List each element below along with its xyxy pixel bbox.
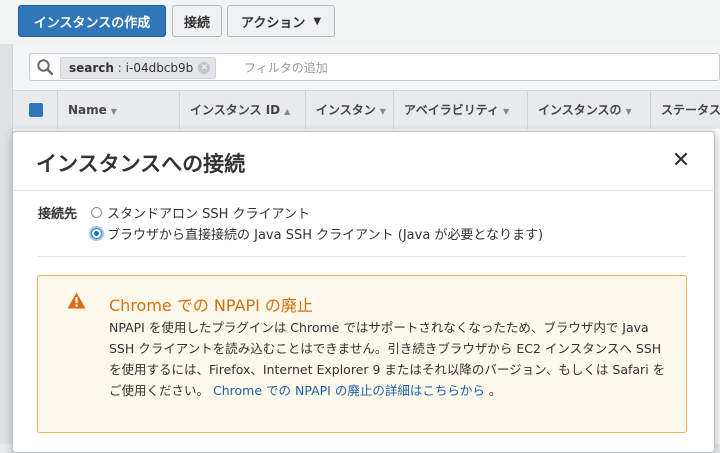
- sort-asc-icon: ▲: [284, 107, 291, 116]
- warning-icon: [67, 292, 86, 309]
- section-divider: [37, 256, 687, 257]
- sort-icon: ▼: [503, 107, 510, 116]
- radio-browser[interactable]: [91, 227, 102, 239]
- token-key: search: [69, 61, 114, 75]
- column-label: ステータスチ: [661, 103, 720, 117]
- option-standalone-ssh[interactable]: スタンドアロン SSH クライアント: [91, 202, 310, 222]
- search-icon: [37, 59, 54, 76]
- filter-search-box[interactable]: search : i-04dbcb9b ✕ フィルタの追加: [29, 53, 720, 81]
- column-status-check[interactable]: ステータスチ: [650, 91, 720, 129]
- remove-token-icon[interactable]: ✕: [198, 62, 211, 74]
- modal-title: インスタンスへの接続: [36, 152, 246, 176]
- token-value: i-04dbcb9b: [125, 61, 194, 75]
- connect-instance-modal: インスタンスへの接続 ✕ 接続先 スタンドアロン SSH クライアント ブラウザ…: [12, 131, 715, 453]
- column-label: Name: [68, 103, 107, 117]
- launch-instance-button[interactable]: インスタンスの作成: [18, 5, 166, 37]
- option-browser-ssh[interactable]: ブラウザから直接接続の Java SSH クライアント (Java が必要となり…: [91, 223, 543, 243]
- option-browser-label: ブラウザから直接接続の Java SSH クライアント (Java が必要となり…: [107, 227, 544, 243]
- column-label: インスタン: [316, 103, 376, 117]
- chevron-down-icon: ▼: [313, 15, 322, 27]
- alert-body: NPAPI を使用したプラグインは Chrome ではサポートされなくなったため…: [109, 317, 669, 401]
- connect-button[interactable]: 接続: [172, 5, 222, 37]
- select-all-checkbox[interactable]: [29, 103, 43, 117]
- token-separator: :: [117, 61, 122, 75]
- sort-icon: ▼: [110, 107, 117, 116]
- connect-with-label: 接続先: [38, 207, 78, 222]
- npapi-warning-alert: Chrome での NPAPI の廃止 NPAPI を使用したプラグインは Ch…: [37, 275, 687, 433]
- column-label: アベイラビリティ: [404, 103, 500, 117]
- column-instance-id[interactable]: インスタンス ID ▲: [179, 91, 305, 129]
- search-filter-token[interactable]: search : i-04dbcb9b ✕: [60, 57, 217, 79]
- column-label: インスタンス ID: [190, 103, 281, 117]
- column-name[interactable]: Name ▼: [57, 91, 179, 129]
- column-availability-zone[interactable]: アベイラビリティ ▼: [393, 91, 527, 129]
- instances-table-header: Name ▼ インスタンス ID ▲ インスタン ▼ アベイラビリティ ▼ インスタンス…: [13, 90, 720, 130]
- column-instance-type[interactable]: インスタン ▼: [305, 91, 393, 129]
- actions-dropdown[interactable]: アクション ▼: [227, 5, 335, 37]
- option-standalone-label: スタンドアロン SSH クライアント: [107, 206, 311, 222]
- sort-icon: ▼: [379, 107, 386, 116]
- toolbar: インスタンスの作成 接続 アクション ▼: [0, 0, 720, 45]
- column-label: インスタンスの: [538, 103, 622, 117]
- alert-title: Chrome での NPAPI の廃止: [109, 296, 313, 315]
- search-area: search : i-04dbcb9b ✕ フィルタの追加: [13, 44, 720, 90]
- column-instance-state[interactable]: インスタンスの ▼: [527, 91, 650, 129]
- radio-standalone[interactable]: [91, 206, 102, 218]
- modal-header: インスタンスへの接続 ✕: [13, 132, 713, 191]
- alert-body-tail: 。: [488, 383, 502, 398]
- actions-label: アクション: [240, 15, 306, 31]
- npapi-details-link[interactable]: Chrome での NPAPI の廃止の詳細はこちらから: [213, 383, 485, 398]
- sort-icon: ▼: [625, 107, 632, 116]
- close-icon[interactable]: ✕: [671, 150, 691, 172]
- add-filter-placeholder[interactable]: フィルタの追加: [244, 59, 328, 76]
